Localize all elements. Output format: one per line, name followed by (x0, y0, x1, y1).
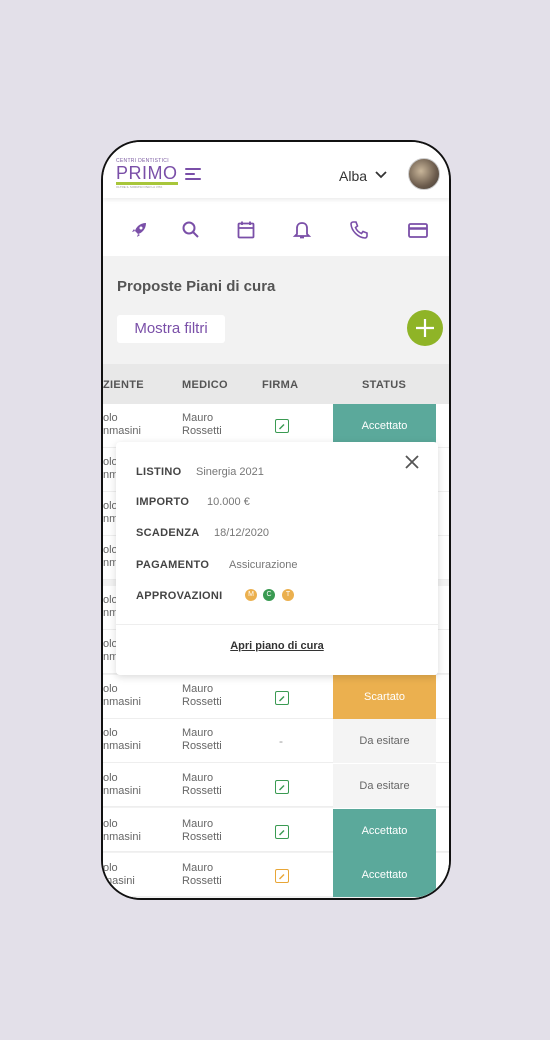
status-badge[interactable]: Da esitare (333, 764, 436, 808)
patient-name: olo nmasini (103, 412, 141, 437)
signature-icon[interactable] (275, 419, 289, 433)
plus-icon (416, 319, 434, 337)
patient-name: olo nmasini (103, 683, 141, 708)
signature-icon[interactable] (275, 691, 289, 705)
app-header: CENTRI DENTISTICI PRIMO OLTRE IL SORRISO… (103, 142, 449, 198)
signature-icon[interactable] (275, 780, 289, 794)
doctor-name: Mauro Rossetti (182, 683, 222, 708)
page-title: Proposte Piani di cura (117, 278, 276, 295)
status-badge[interactable]: Da esitare (333, 719, 436, 763)
listino-label: LISTINO (136, 466, 182, 478)
doctor-name: Mauro Rossetti (182, 772, 222, 797)
chevron-down-icon[interactable] (375, 170, 387, 180)
approval-badge: M (245, 589, 257, 601)
patient-name: olo masini (103, 862, 135, 887)
icon-bar (103, 198, 449, 256)
approvazioni-label: APPROVAZIONI (136, 590, 223, 602)
signature-icon[interactable] (275, 825, 289, 839)
pagamento-value: Assicurazione (229, 559, 298, 571)
approval-badge: C (263, 589, 275, 601)
scadenza-value: 18/12/2020 (214, 527, 270, 539)
approval-badge: T (282, 589, 294, 601)
column-header-signature[interactable]: FIRMA (262, 379, 298, 391)
close-icon[interactable] (404, 454, 420, 470)
show-filters-button[interactable]: Mostra filtri (117, 315, 225, 343)
listino-value: Sinergia 2021 (196, 466, 264, 478)
status-badge[interactable]: Scartato (333, 675, 436, 719)
doctor-name: Mauro Rossetti (182, 818, 222, 843)
column-header-patient[interactable]: ZIENTE (103, 379, 144, 391)
calendar-icon[interactable] (236, 220, 256, 240)
add-button[interactable] (407, 310, 443, 346)
user-name[interactable]: Alba (339, 168, 367, 184)
signature-empty: - (279, 734, 283, 748)
phone-frame: CENTRI DENTISTICI PRIMO OLTRE IL SORRISO… (101, 140, 451, 900)
divider (116, 624, 438, 625)
doctor-name: Mauro Rossetti (182, 727, 222, 752)
menu-icon[interactable] (185, 168, 203, 180)
bell-icon[interactable] (292, 220, 312, 240)
logo-main-text: PRIMO (116, 163, 178, 185)
patient-name: olo nmasini (103, 818, 141, 843)
importo-label: IMPORTO (136, 496, 190, 508)
pagamento-label: PAGAMENTO (136, 559, 210, 571)
credit-card-icon[interactable] (407, 220, 429, 240)
status-badge[interactable]: Accettato (333, 853, 436, 897)
logo-sub-text: OLTRE IL SORRISO PER LA VITA (116, 185, 163, 189)
doctor-name: Mauro Rossetti (182, 862, 222, 887)
phone-icon[interactable] (349, 220, 369, 240)
patient-name: olo nmasini (103, 727, 141, 752)
search-icon[interactable] (181, 220, 201, 240)
column-header-status[interactable]: STATUS (362, 379, 406, 391)
importo-value: 10.000 € (207, 496, 250, 508)
column-header-doctor[interactable]: MEDICO (182, 379, 228, 391)
logo: CENTRI DENTISTICI PRIMO OLTRE IL SORRISO… (116, 158, 178, 189)
status-badge[interactable]: Accettato (333, 809, 436, 853)
signature-icon[interactable] (275, 869, 289, 883)
scadenza-label: SCADENZA (136, 527, 200, 539)
patient-name: olo nmasini (103, 772, 141, 797)
avatar[interactable] (408, 158, 440, 190)
doctor-name: Mauro Rossetti (182, 412, 222, 437)
open-plan-link[interactable]: Apri piano di cura (116, 640, 438, 652)
plan-details-popup: LISTINO Sinergia 2021 IMPORTO 10.000 € S… (116, 442, 438, 675)
rocket-icon[interactable] (129, 220, 149, 240)
